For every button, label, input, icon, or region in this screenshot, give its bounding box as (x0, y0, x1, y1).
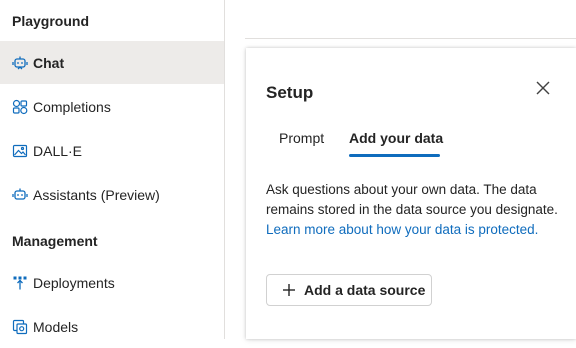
add-data-source-label: Add a data source (304, 282, 426, 298)
assistant-bot-icon (12, 187, 28, 203)
sidebar-item-label: Chat (33, 54, 65, 71)
sidebar-item-label: DALL·E (33, 142, 83, 159)
close-button[interactable] (533, 78, 553, 98)
sidebar-divider (224, 0, 225, 339)
sidebar-item-assistants[interactable]: Assistants (Preview) (0, 173, 224, 216)
sidebar-item-label: Completions (33, 98, 111, 115)
plus-icon (282, 283, 296, 297)
sidebar-item-label: Deployments (33, 274, 115, 291)
panel-title: Setup (266, 83, 314, 102)
management-section-title: Management (12, 233, 98, 249)
chat-bot-icon (12, 55, 28, 71)
setup-panel: Setup Prompt Add your data Ask questions… (246, 48, 576, 339)
playground-section-title: Playground (12, 13, 90, 29)
learn-more-link[interactable]: Learn more about how your data is protec… (266, 222, 538, 237)
sidebar-item-deployments[interactable]: Deployments (0, 261, 224, 304)
sidebar: Playground Chat Completions DALL·E Assis… (0, 0, 224, 339)
sidebar-item-label: Assistants (Preview) (33, 186, 160, 203)
active-tab-indicator (349, 154, 440, 157)
tab-add-your-data[interactable]: Add your data (349, 129, 443, 147)
completions-icon (12, 99, 28, 115)
models-icon (12, 319, 28, 335)
sidebar-item-chat[interactable]: Chat (0, 41, 224, 84)
close-icon (536, 81, 550, 95)
sidebar-item-label: Models (33, 318, 79, 335)
sidebar-item-completions[interactable]: Completions (0, 85, 224, 128)
add-data-source-button[interactable]: Add a data source (266, 274, 432, 306)
description-text: Ask questions about your own data. The d… (266, 180, 566, 240)
image-icon (12, 143, 28, 159)
deployments-icon (12, 275, 28, 291)
description-body: Ask questions about your own data. The d… (266, 182, 558, 217)
sidebar-item-dalle[interactable]: DALL·E (0, 129, 224, 172)
header-divider (245, 38, 576, 39)
tab-prompt[interactable]: Prompt (279, 129, 324, 147)
sidebar-item-models[interactable]: Models (0, 305, 224, 348)
